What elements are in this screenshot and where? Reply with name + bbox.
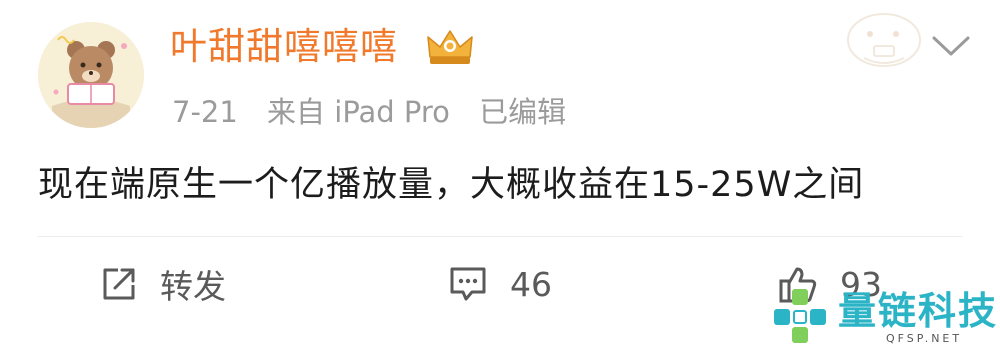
crown-icon: [427, 30, 473, 64]
watermark: 量链科技 QFSP.NET: [770, 282, 1000, 352]
watermark-name: 量链科技: [838, 288, 999, 333]
comment-icon: [450, 267, 486, 301]
post-source: 来自 iPad Pro: [267, 95, 450, 129]
divider: [38, 236, 962, 237]
bear-avatar-icon: [38, 22, 144, 128]
repost-icon: [103, 268, 135, 300]
post-edited-label[interactable]: 已编辑: [479, 95, 566, 129]
repost-button[interactable]: 转发: [100, 258, 226, 310]
post-meta: 7-21 来自 iPad Pro 已编辑: [172, 92, 586, 132]
decoration-icon: [847, 13, 921, 67]
username[interactable]: 叶甜甜嘻嘻嘻: [170, 22, 398, 72]
comment-count: 46: [510, 264, 552, 304]
chevron-down-icon[interactable]: [929, 30, 973, 60]
watermark-domain: QFSP.NET: [886, 331, 963, 345]
post-content: 现在端原生一个亿播放量，大概收益在15-25W之间: [38, 165, 865, 205]
repost-label: 转发: [160, 267, 226, 306]
user-avatar[interactable]: [38, 22, 144, 128]
post-date: 7-21: [172, 95, 238, 129]
comment-button[interactable]: 46: [448, 258, 552, 310]
weibo-post-card: 叶甜甜嘻嘻嘻 7-21 来自 iPad Pro 已编辑 现在端原生一个亿播放量，…: [0, 0, 1000, 352]
watermark-logo-icon: [774, 289, 826, 343]
